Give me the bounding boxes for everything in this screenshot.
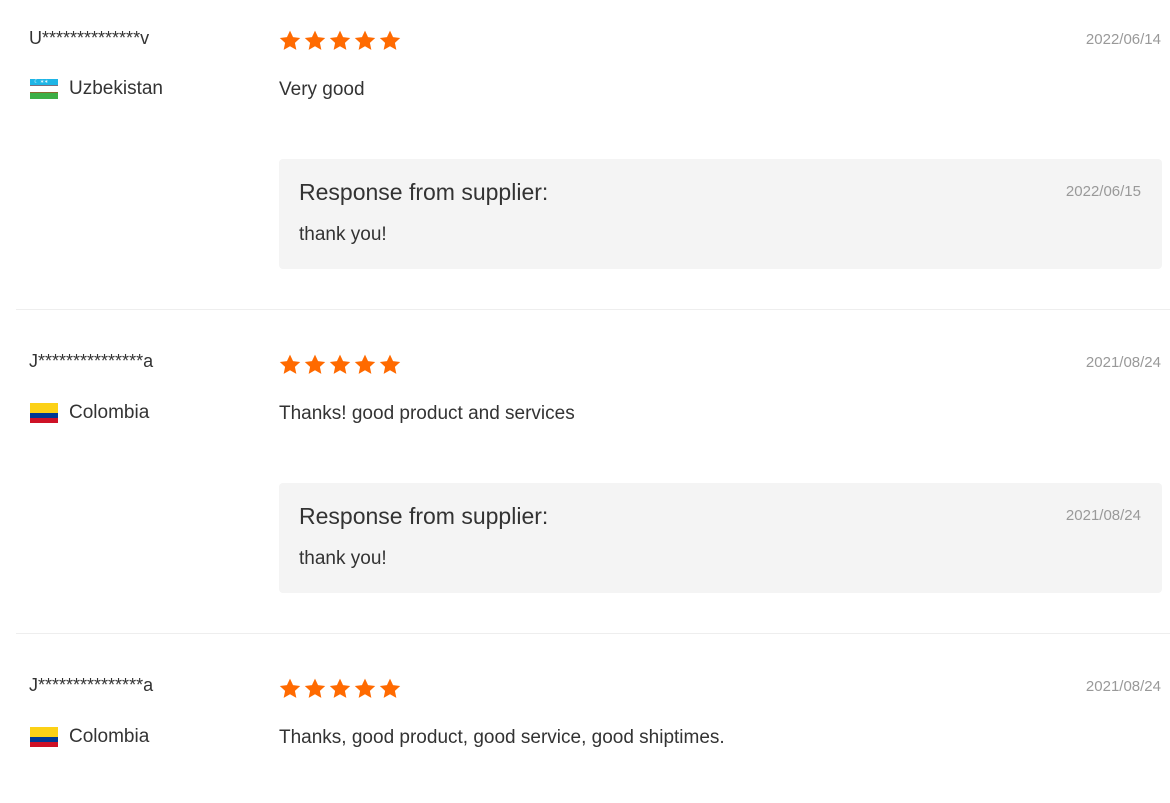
star-icon — [328, 353, 352, 377]
country-label: Colombia — [69, 726, 150, 747]
star-icon — [303, 29, 327, 53]
star-icon — [378, 353, 402, 377]
reviewer-name: J***************a — [29, 675, 154, 695]
colombia-flag-icon — [30, 727, 58, 747]
star-icon — [353, 29, 377, 53]
reviewer-name: J***************a — [29, 351, 154, 371]
review-date: 2022/06/14 — [1085, 31, 1161, 48]
star-rating — [278, 29, 402, 53]
supplier-response: Response from supplier: 2022/06/15 thank… — [279, 159, 1162, 269]
star-icon — [353, 353, 377, 377]
supplier-response-text: thank you! — [299, 548, 387, 569]
supplier-response-title: Response from supplier: — [299, 503, 549, 529]
review-text: Thanks! good product and services — [279, 403, 575, 424]
review-text: Thanks, good product, good service, good… — [279, 727, 725, 748]
review-date: 2021/08/24 — [1085, 354, 1161, 371]
star-icon — [378, 29, 402, 53]
star-icon — [278, 677, 302, 701]
colombia-flag-icon — [30, 403, 58, 423]
supplier-response-date: 2021/08/24 — [1065, 507, 1141, 524]
star-icon — [378, 677, 402, 701]
supplier-response: Response from supplier: 2021/08/24 thank… — [279, 483, 1162, 593]
uzbekistan-flag-icon: ☾ ∗∗ — [30, 79, 58, 99]
reviewer-name: U**************v — [29, 28, 150, 48]
star-rating — [278, 353, 402, 377]
supplier-response-title: Response from supplier: — [299, 179, 549, 205]
star-icon — [278, 29, 302, 53]
reviewer-country: Colombia — [30, 726, 149, 748]
country-label: Uzbekistan — [69, 78, 163, 99]
review-text: Very good — [279, 79, 365, 100]
star-icon — [328, 677, 352, 701]
reviewer-country: ☾ ∗∗ Uzbekistan — [30, 78, 163, 100]
reviewer-country: Colombia — [30, 402, 149, 424]
star-icon — [303, 677, 327, 701]
supplier-response-date: 2022/06/15 — [1065, 183, 1141, 200]
country-label: Colombia — [69, 402, 150, 423]
star-icon — [303, 353, 327, 377]
star-rating — [278, 677, 402, 701]
supplier-response-text: thank you! — [299, 224, 387, 245]
star-icon — [278, 353, 302, 377]
review-divider — [16, 309, 1170, 310]
review-divider — [16, 633, 1170, 634]
star-icon — [353, 677, 377, 701]
review-date: 2021/08/24 — [1085, 678, 1161, 695]
star-icon — [328, 29, 352, 53]
